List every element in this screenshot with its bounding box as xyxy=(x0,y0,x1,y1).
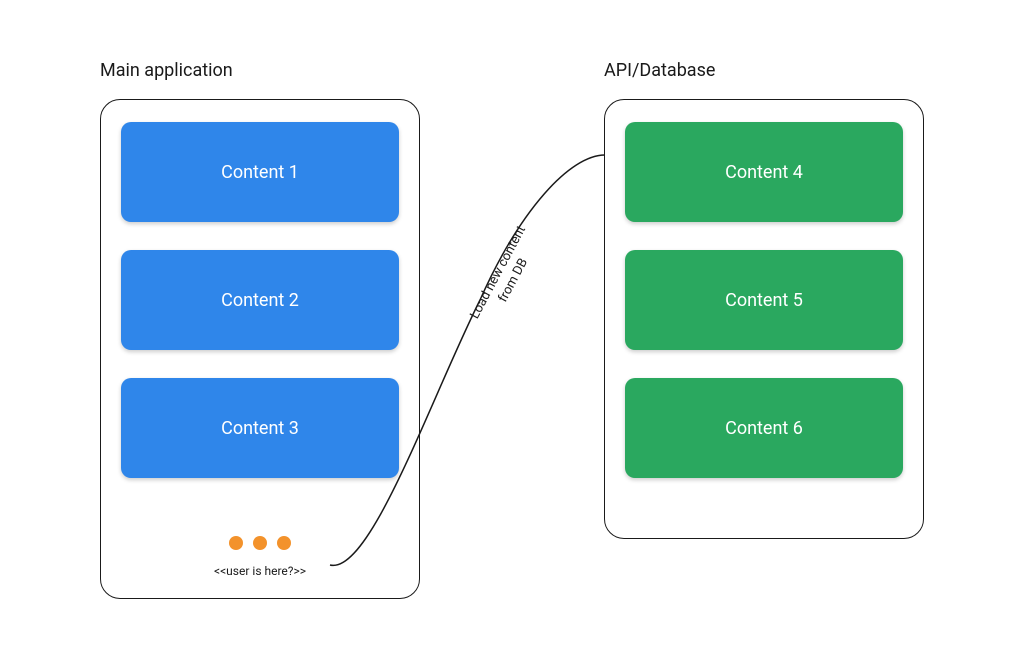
right-title: API/Database xyxy=(604,60,715,81)
diagram-container: Main application Content 1 Content 2 Con… xyxy=(0,0,1024,639)
content-card-3: Content 3 xyxy=(121,378,399,478)
content-card-6: Content 6 xyxy=(625,378,903,478)
content-card-label: Content 6 xyxy=(725,418,803,439)
dot-icon xyxy=(253,536,267,550)
content-card-label: Content 3 xyxy=(221,418,299,439)
content-card-label: Content 5 xyxy=(725,290,803,311)
content-card-4: Content 4 xyxy=(625,122,903,222)
dot-icon xyxy=(229,536,243,550)
api-db-frame: Content 4 Content 5 Content 6 xyxy=(604,99,924,539)
content-card-label: Content 4 xyxy=(725,162,803,183)
loading-dots xyxy=(229,536,291,550)
dot-icon xyxy=(277,536,291,550)
user-position-marker: <<user is here?>> xyxy=(214,564,306,578)
main-app-frame: Content 1 Content 2 Content 3 <<user is … xyxy=(100,99,420,599)
content-card-1: Content 1 xyxy=(121,122,399,222)
content-card-label: Content 2 xyxy=(221,290,299,311)
content-card-label: Content 1 xyxy=(221,162,299,183)
left-column: Main application Content 1 Content 2 Con… xyxy=(100,60,420,599)
right-column: API/Database Content 4 Content 5 Content… xyxy=(604,60,924,599)
left-title: Main application xyxy=(100,60,233,81)
content-card-5: Content 5 xyxy=(625,250,903,350)
content-card-2: Content 2 xyxy=(121,250,399,350)
